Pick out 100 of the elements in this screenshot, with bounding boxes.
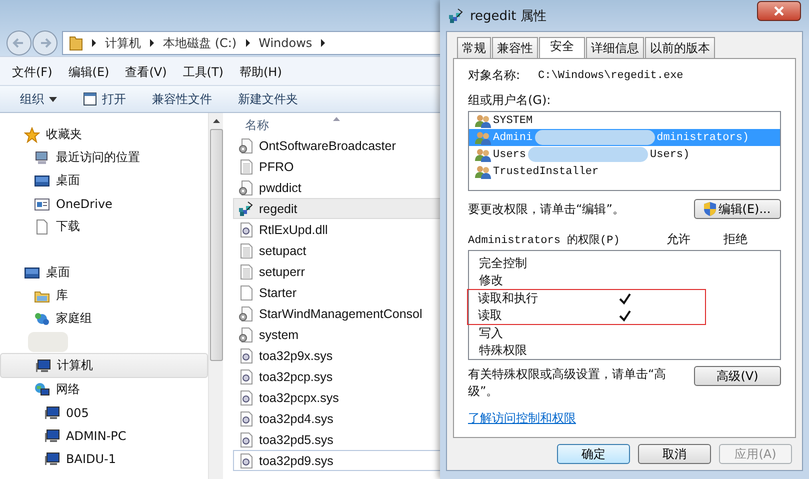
computer-icon: [35, 358, 51, 374]
ok-button[interactable]: 确定: [557, 444, 630, 464]
file-item[interactable]: toa32pcp.sys: [233, 366, 460, 387]
tab[interactable]: 以前的版本: [645, 37, 715, 58]
registry-cubes-icon: [238, 200, 254, 216]
breadcrumb-item[interactable]: 本地磁盘 (C:): [163, 34, 237, 52]
column-header[interactable]: 名称: [245, 117, 269, 134]
file-item[interactable]: StarWindManagementConsol: [233, 303, 460, 324]
file-item[interactable]: PFRO: [233, 156, 460, 177]
sort-arrow-icon: [333, 117, 340, 121]
file-item[interactable]: pwddict: [233, 177, 460, 198]
column-header: 拒绝: [724, 231, 749, 248]
permission-name: 读取和执行: [478, 290, 539, 307]
chevron-right-icon: [244, 39, 251, 47]
gear-document-icon: [238, 452, 254, 468]
permission-name: 完全控制: [479, 255, 528, 272]
globe-icon: [34, 382, 50, 398]
users-icon: [475, 114, 491, 128]
chevron-right-icon: [91, 39, 97, 47]
file-item[interactable]: toa32pd5.sys: [233, 429, 460, 450]
nav-item[interactable]: 收藏夹: [0, 123, 208, 146]
gear-document-icon: [238, 306, 254, 322]
breadcrumb-item[interactable]: Windows: [258, 36, 312, 50]
computer-icon: [44, 450, 60, 466]
nav-item[interactable]: BAIDU-1: [0, 447, 208, 470]
file-item[interactable]: Starter: [233, 282, 460, 303]
document-icon: [34, 218, 50, 234]
user-item[interactable]: TrustedInstaller: [469, 163, 780, 180]
menu-item[interactable]: 编辑(E): [68, 64, 110, 80]
file-item[interactable]: toa32p9x.sys: [233, 345, 460, 366]
tab[interactable]: 常规: [457, 37, 491, 58]
help-link[interactable]: 了解访问控制和权限: [468, 410, 576, 427]
file-item[interactable]: setuperr: [233, 261, 460, 282]
instruction-text: 要更改权限，请单击“编辑”。: [468, 200, 624, 218]
window-icon: [34, 196, 50, 212]
nav-item[interactable]: 005: [0, 401, 208, 424]
tab[interactable]: 安全: [539, 37, 585, 58]
gear-document-icon: [238, 348, 254, 364]
toolbar-button[interactable]: 兼容性文件: [152, 90, 212, 108]
user-item[interactable]: Users Users): [469, 146, 780, 163]
blank-file-icon: [238, 284, 254, 300]
permission-name: 写入: [479, 325, 504, 342]
gear-document-icon: [238, 326, 254, 342]
scroll-up-arrow-icon: [212, 119, 220, 123]
nav-item[interactable]: 库: [0, 284, 208, 307]
scrollbar[interactable]: [208, 113, 223, 479]
nav-item[interactable]: ADMIN-PC: [0, 424, 208, 447]
field-label: 组或用户名(G):: [468, 92, 552, 109]
object-name-value: C:\Windows\regedit.exe: [538, 70, 684, 82]
nav-item[interactable]: 桌面: [0, 169, 208, 192]
nav-item[interactable]: 下载: [0, 215, 208, 238]
computer-icon: [44, 428, 60, 444]
nav-item[interactable]: 桌面: [0, 261, 208, 284]
toolbar-button[interactable]: 组织: [20, 90, 57, 108]
group-icon: [34, 310, 50, 326]
computer-icon: [34, 150, 50, 166]
file-item[interactable]: system: [233, 324, 460, 345]
users-icon: [475, 148, 491, 162]
menu-item[interactable]: 工具(T): [182, 64, 224, 80]
gear-document-icon: [238, 432, 254, 448]
gear-document-icon: [238, 222, 254, 238]
close-button[interactable]: [757, 0, 801, 20]
file-item[interactable]: toa32pcpx.sys: [233, 387, 460, 408]
toolbar-button[interactable]: 打开: [83, 90, 126, 108]
nav-item[interactable]: 网络: [0, 378, 208, 401]
file-item[interactable]: toa32pd4.sys: [233, 408, 460, 429]
scrollbar-thumb[interactable]: [210, 129, 222, 361]
menu-item[interactable]: 查看(V): [125, 64, 167, 80]
permission-name: 特殊权限: [479, 342, 528, 359]
permission-name: 修改: [479, 272, 504, 289]
toolbar-button[interactable]: 新建文件夹: [238, 90, 298, 108]
nav-item[interactable]: 家庭组: [0, 307, 208, 330]
gear-document-icon: [238, 368, 254, 384]
folder-icon: [69, 35, 83, 51]
menu-item[interactable]: 文件(F): [12, 64, 52, 80]
advanced-button[interactable]: 高级(V): [694, 366, 781, 386]
dialog-button[interactable]: 取消: [638, 444, 711, 464]
redaction-blur: [28, 332, 68, 352]
column-header: 允许: [666, 231, 692, 248]
file-item[interactable]: OntSoftwareBroadcaster: [233, 135, 460, 156]
file-item[interactable]: setupact: [233, 240, 460, 261]
gear-document-icon: [238, 410, 254, 426]
text-file-icon: [238, 264, 254, 280]
open-window-icon: [83, 92, 97, 106]
user-item[interactable]: SYSTEM: [469, 112, 780, 129]
gear-document-icon: [238, 138, 254, 154]
back-button-icon: [6, 30, 32, 56]
tab[interactable]: 兼容性: [492, 37, 538, 58]
monitor-icon: [34, 172, 50, 188]
file-item[interactable]: RtlExUpd.dll: [233, 219, 460, 240]
gear-document-icon: [238, 390, 254, 406]
monitor-icon: [24, 264, 40, 280]
breadcrumb-item[interactable]: 计算机: [105, 34, 141, 52]
nav-item[interactable]: 最近访问的位置: [0, 146, 208, 169]
permission-name: 读取: [478, 307, 503, 324]
nav-item[interactable]: 计算机: [0, 353, 208, 378]
menu-item[interactable]: 帮助(H): [240, 64, 282, 80]
edit-button[interactable]: 编辑(E)...: [694, 199, 781, 219]
nav-item[interactable]: OneDrive: [0, 192, 208, 215]
tab[interactable]: 详细信息: [586, 37, 644, 58]
